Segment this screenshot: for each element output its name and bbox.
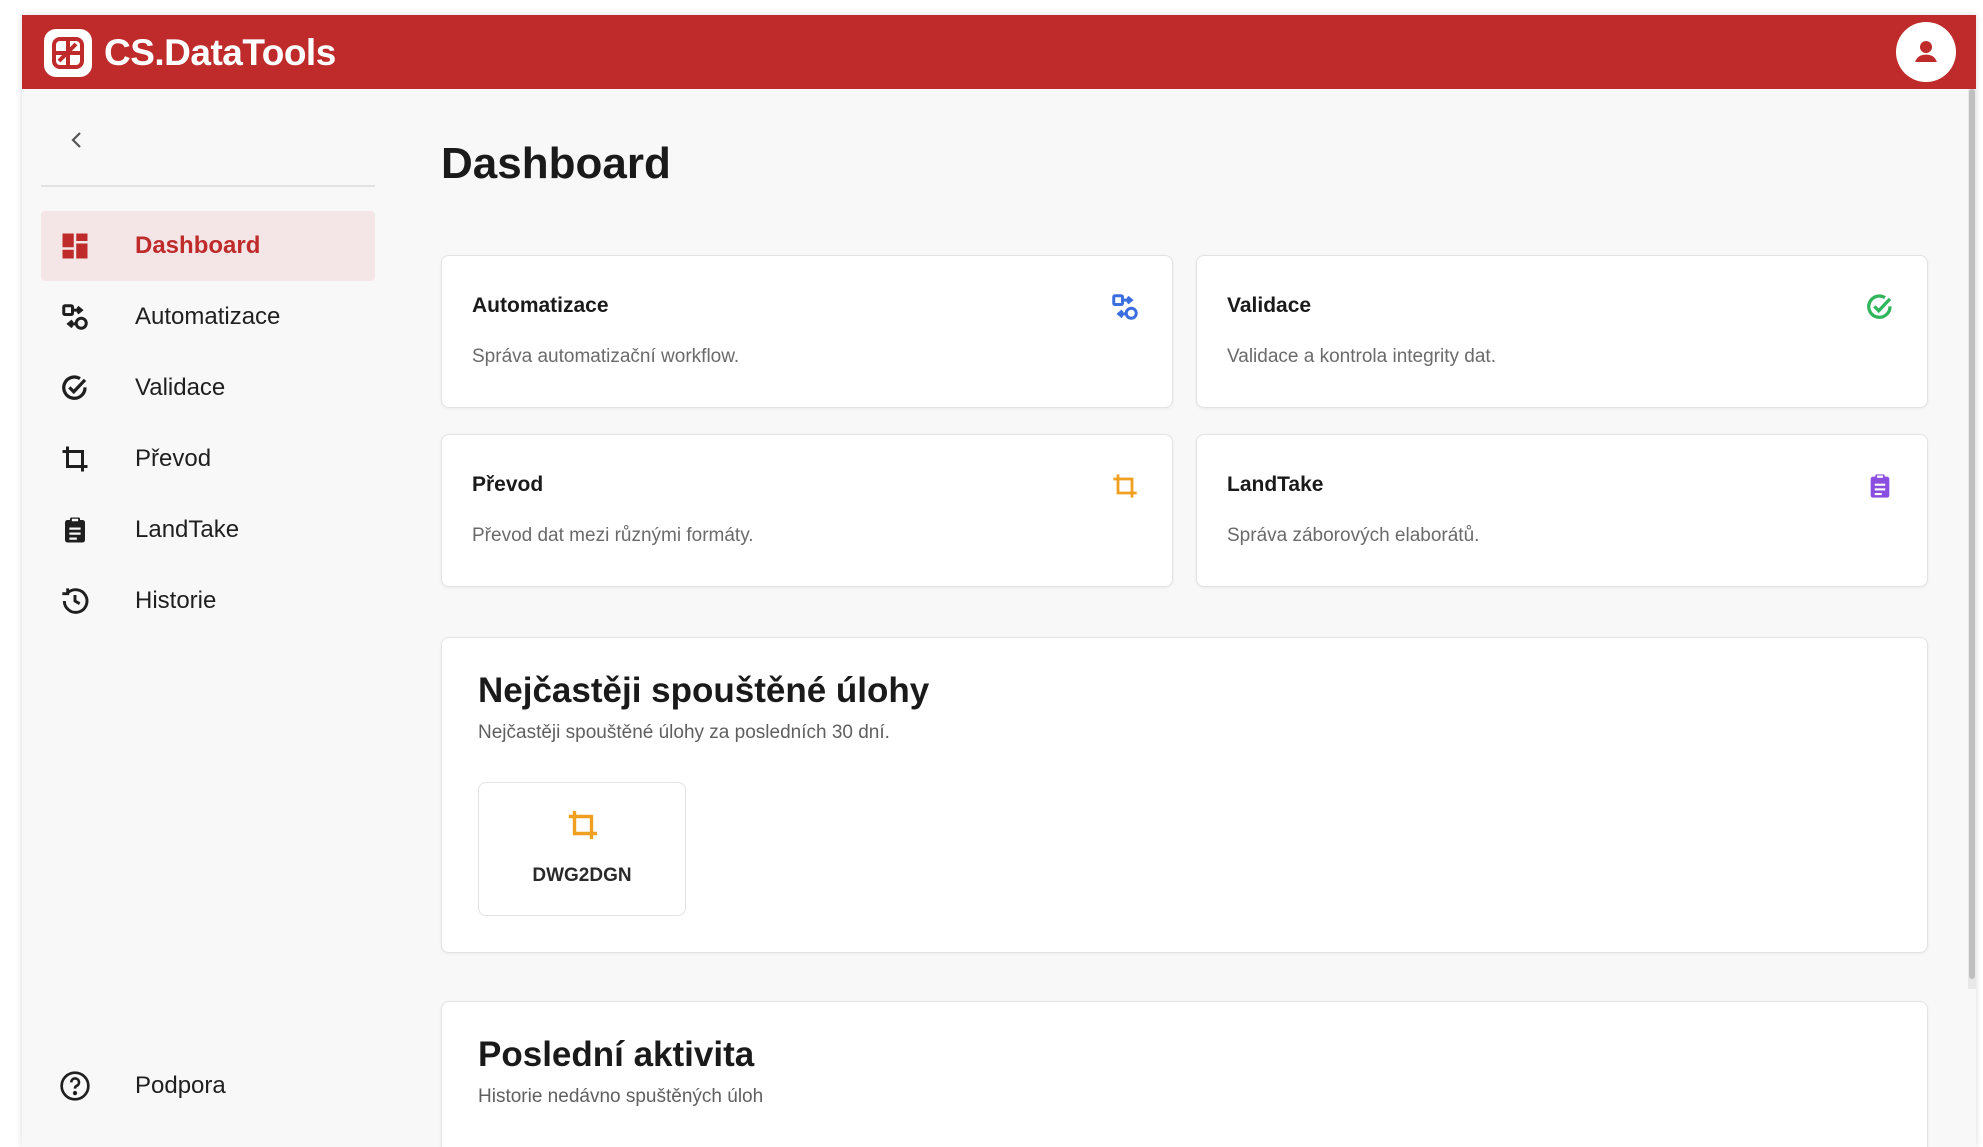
card-title: Validace bbox=[1227, 294, 1312, 317]
sidebar-item-automatizace[interactable]: Automatizace bbox=[41, 282, 375, 352]
section-subtitle: Nejčastěji spouštěné úlohy za posledních… bbox=[478, 722, 890, 743]
sidebar-item-label: Historie bbox=[135, 587, 217, 614]
vertical-scrollbar[interactable] bbox=[1968, 89, 1976, 989]
automation-icon bbox=[55, 297, 95, 337]
history-icon bbox=[55, 581, 95, 621]
card-description: Převod dat mezi různými formáty. bbox=[472, 525, 754, 546]
scrollbar-thumb[interactable] bbox=[1969, 89, 1975, 979]
card-validace[interactable]: Validace Validace a kontrola integrity d… bbox=[1196, 255, 1928, 408]
recent-activity-panel: Poslední aktivita Historie nedávno spušt… bbox=[441, 1001, 1928, 1147]
card-description: Správa automatizační workflow. bbox=[472, 346, 740, 367]
card-description: Správa záborových elaborátů. bbox=[1227, 525, 1480, 546]
card-title: Automatizace bbox=[472, 294, 609, 317]
card-landtake[interactable]: LandTake Správa záborových elaborátů. bbox=[1196, 434, 1928, 587]
dashboard-icon bbox=[55, 226, 95, 266]
card-title: Převod bbox=[472, 473, 544, 496]
section-subtitle: Historie nedávno spuštěných úloh bbox=[478, 1086, 764, 1107]
crop-convert-icon bbox=[1108, 469, 1142, 503]
sidebar-item-landtake[interactable]: LandTake bbox=[41, 495, 375, 565]
section-title: Poslední aktivita bbox=[478, 1035, 755, 1074]
frequent-tasks-panel: Nejčastěji spouštěné úlohy Nejčastěji sp… bbox=[441, 637, 1928, 953]
task-tile-dwg2dgn[interactable]: DWG2DGN bbox=[478, 782, 686, 916]
sidebar-item-label: Dashboard bbox=[135, 232, 261, 259]
sidebar-item-label: Automatizace bbox=[135, 303, 281, 330]
crop-convert-icon bbox=[563, 805, 603, 845]
sidebar-item-podpora[interactable]: Podpora bbox=[41, 1051, 375, 1121]
sidebar-nav: Dashboard Automatizace Validace Převod L… bbox=[41, 211, 375, 637]
sidebar: Dashboard Automatizace Validace Převod L… bbox=[22, 89, 392, 1147]
sidebar-item-label: Validace bbox=[135, 374, 226, 401]
card-prevod[interactable]: Převod Převod dat mezi různými formáty. bbox=[441, 434, 1173, 587]
sidebar-item-validace[interactable]: Validace bbox=[41, 353, 375, 423]
user-icon bbox=[1906, 32, 1946, 72]
main-content: Dashboard Automatizace Správa automatiza… bbox=[392, 89, 1976, 1147]
sidebar-item-label: Podpora bbox=[135, 1072, 226, 1099]
page-title: Dashboard bbox=[441, 139, 671, 188]
top-bar: CS.DataTools bbox=[22, 15, 1976, 89]
chevron-left-icon bbox=[71, 132, 81, 148]
card-automatizace[interactable]: Automatizace Správa automatizační workfl… bbox=[441, 255, 1173, 408]
sidebar-item-prevod[interactable]: Převod bbox=[41, 424, 375, 494]
validate-check-icon bbox=[1863, 290, 1897, 324]
sidebar-item-historie[interactable]: Historie bbox=[41, 566, 375, 636]
card-description: Validace a kontrola integrity dat. bbox=[1227, 346, 1496, 367]
app-brand-name[interactable]: CS.DataTools bbox=[104, 29, 336, 77]
help-circle-icon bbox=[55, 1066, 95, 1106]
collapse-sidebar-button[interactable] bbox=[60, 123, 94, 157]
sidebar-item-dashboard[interactable]: Dashboard bbox=[41, 211, 375, 281]
sidebar-divider bbox=[41, 185, 375, 187]
user-avatar-button[interactable] bbox=[1896, 22, 1956, 82]
section-title: Nejčastěji spouštěné úlohy bbox=[478, 671, 930, 710]
clipboard-icon bbox=[55, 510, 95, 550]
sidebar-item-label: Převod bbox=[135, 445, 212, 472]
sidebar-item-label: LandTake bbox=[135, 516, 240, 543]
task-label: DWG2DGN bbox=[532, 865, 632, 886]
clipboard-icon bbox=[1863, 469, 1897, 503]
crop-convert-icon bbox=[55, 439, 95, 479]
automation-icon bbox=[1108, 290, 1142, 324]
app-logo-icon[interactable] bbox=[44, 29, 92, 77]
validate-check-icon bbox=[55, 368, 95, 408]
app-window: CS.DataTools Dashboard Automatizace Vali… bbox=[22, 15, 1976, 1147]
card-title: LandTake bbox=[1227, 473, 1324, 496]
